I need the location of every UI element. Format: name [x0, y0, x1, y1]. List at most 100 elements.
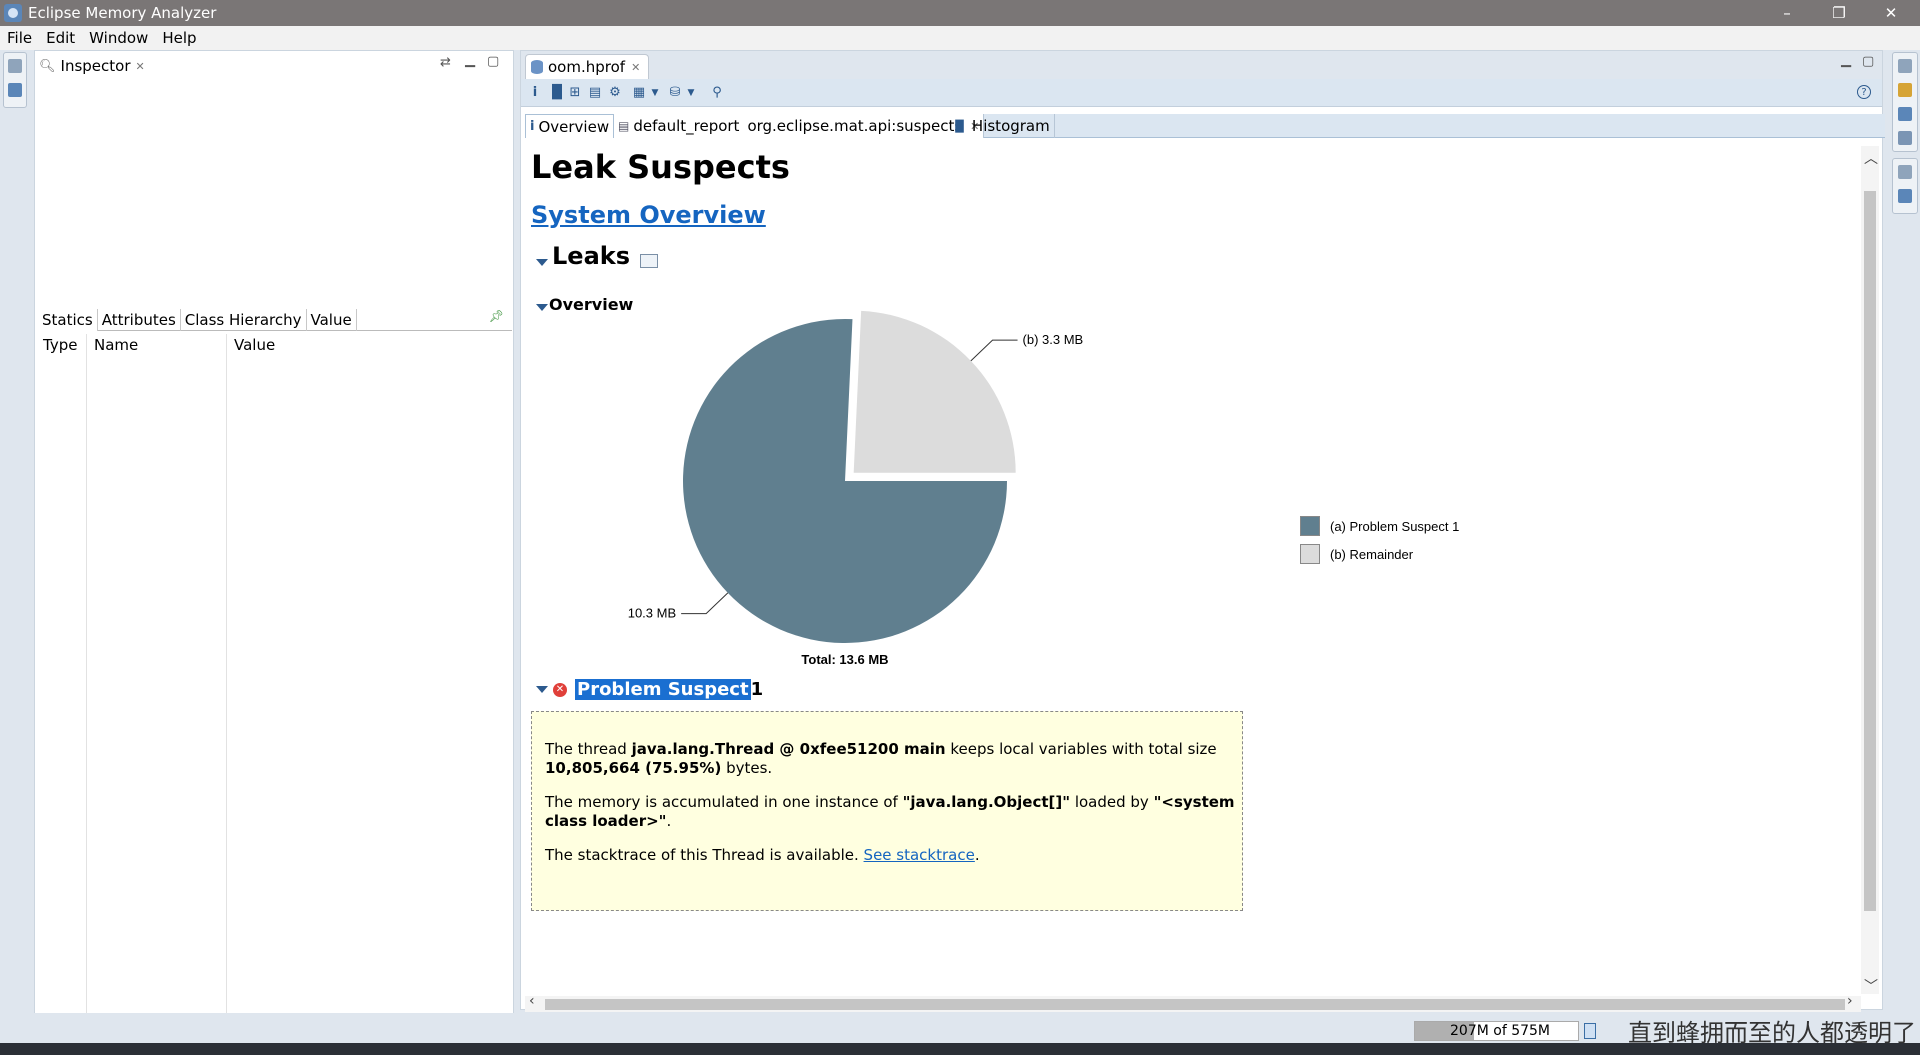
- tab-attributes[interactable]: Attributes: [98, 309, 181, 331]
- legend-swatch: [1300, 544, 1320, 564]
- inspector-tab-row: 🔍︎ Inspector ✕ ⇄ ▁ ▢: [35, 51, 513, 79]
- chevron-down-icon[interactable]: ▼: [647, 85, 663, 101]
- scroll-left-icon[interactable]: ‹: [529, 993, 535, 1009]
- tab-histogram[interactable]: ▐▌ Histogram: [947, 114, 1055, 138]
- problem-suspect-title: Problem Suspect 1: [575, 679, 763, 700]
- search-icon[interactable]: ⚲: [709, 85, 725, 101]
- heap-status: 207M of 575M: [1414, 1021, 1579, 1041]
- restore-stack-icon[interactable]: [1898, 165, 1912, 179]
- minimize-editor-icon[interactable]: ▁: [1841, 53, 1851, 68]
- menu-file[interactable]: File: [0, 29, 39, 47]
- tab-value[interactable]: Value: [307, 309, 357, 331]
- inspector-sub-tabs: Statics Attributes Class Hierarchy Value…: [38, 309, 512, 331]
- column-divider: [86, 334, 87, 1014]
- vertical-scrollbar[interactable]: ︿ ﹀: [1861, 146, 1879, 996]
- problem-suspect-description: The thread java.lang.Thread @ 0xfee51200…: [531, 711, 1243, 911]
- tab-statics[interactable]: Statics: [38, 309, 98, 331]
- horizontal-scrollbar[interactable]: ‹ ›: [525, 993, 1861, 1012]
- pie-chart: (a) 10.3 MB (b) 3.3 MB Total: 13.6 MB: [625, 310, 1083, 666]
- tab-histogram-label: Histogram: [971, 117, 1050, 135]
- thread-overview-icon[interactable]: ⚙: [607, 85, 623, 101]
- tab-overview[interactable]: i Overview: [525, 114, 615, 138]
- histogram-icon: ▐▌: [951, 119, 968, 133]
- oql-icon[interactable]: ▤: [587, 85, 603, 101]
- collapse-overview-toggle[interactable]: [536, 304, 548, 311]
- page-title: Leak Suspects: [531, 148, 790, 186]
- maximize-editor-icon[interactable]: ▢: [1862, 54, 1874, 69]
- restore-stack-icon[interactable]: [8, 59, 22, 73]
- leaks-heading: Leaks: [552, 242, 631, 270]
- editor-toolbar: i ▐▌ ⊞ ▤ ⚙ ▦ ▼ ⛁ ▼ ⚲ ?: [521, 79, 1882, 107]
- dominator-tree-icon[interactable]: ⊞: [567, 85, 583, 101]
- tab-report-id: org.eclipse.mat.api:suspects: [747, 117, 963, 135]
- tab-default-report[interactable]: ▤ default_report org.eclipse.mat.api:sus…: [614, 114, 985, 138]
- report-tabs: i Overview ▤ default_report org.eclipse.…: [525, 114, 1885, 138]
- details-icon[interactable]: [640, 254, 658, 268]
- left-trim-bar: [0, 50, 30, 1010]
- restore-stack-icon[interactable]: [1898, 59, 1912, 73]
- status-bar: 207M of 575M 直到蜂拥而至的人都透明了: [0, 1013, 1920, 1047]
- statics-table-header: Type Name Value: [38, 334, 512, 356]
- collapse-leaks-toggle[interactable]: [536, 259, 548, 266]
- heap-dump-history-icon[interactable]: [1898, 189, 1912, 203]
- tab-overview-label: Overview: [538, 117, 610, 136]
- minimize-view-icon[interactable]: ▁: [465, 53, 475, 68]
- pin-icon[interactable]: 📌︎: [489, 309, 504, 323]
- editor-tab-oom-hprof[interactable]: oom.hprof ✕: [525, 54, 650, 79]
- leader-line: [970, 339, 1018, 362]
- maximize-view-icon[interactable]: ▢: [487, 54, 499, 69]
- system-overview-link[interactable]: System Overview: [531, 201, 766, 229]
- menu-edit[interactable]: Edit: [39, 29, 82, 47]
- trash-icon[interactable]: [1584, 1023, 1596, 1039]
- description-paragraph: The stacktrace of this Thread is availab…: [545, 846, 980, 864]
- minimized-stack: [1892, 158, 1918, 214]
- link-editor-icon[interactable]: ⇄: [440, 55, 451, 70]
- scroll-thumb[interactable]: [545, 999, 1845, 1010]
- minimize-button[interactable]: –: [1762, 0, 1812, 26]
- inspector-view: 🔍︎ Inspector ✕ ⇄ ▁ ▢ Statics Attributes …: [34, 50, 514, 1020]
- collapse-suspect-toggle[interactable]: [536, 686, 548, 693]
- legend-label: (b) Remainder: [1330, 546, 1414, 562]
- menu-help[interactable]: Help: [155, 29, 203, 47]
- chart-total-label: Total: 13.6 MB: [801, 652, 888, 666]
- scroll-right-icon[interactable]: ›: [1847, 993, 1853, 1009]
- report-content: Leak Suspects System Overview Leaks Over…: [525, 146, 1859, 994]
- editor-tab-label: oom.hprof: [548, 58, 626, 76]
- heap-dumps-view-icon[interactable]: [8, 83, 22, 97]
- properties-view-icon[interactable]: [1898, 131, 1912, 145]
- right-trim-bar: [1890, 50, 1920, 1010]
- run-report-icon[interactable]: ▦: [631, 85, 647, 101]
- notes-view-icon[interactable]: [1898, 83, 1912, 97]
- inspector-tab[interactable]: 🔍︎ Inspector ✕: [39, 54, 145, 78]
- chevron-down-icon[interactable]: ▼: [683, 85, 699, 101]
- error-icon: ✕: [553, 682, 567, 697]
- heap-status-text: 207M of 575M: [1450, 1023, 1550, 1039]
- scroll-thumb[interactable]: [1864, 191, 1876, 911]
- query-browser-icon[interactable]: ⛁: [667, 85, 683, 101]
- close-icon[interactable]: ✕: [135, 60, 144, 73]
- inspector-tab-label: Inspector: [60, 57, 131, 75]
- menu-window[interactable]: Window: [82, 29, 155, 47]
- description-paragraph: The memory is accumulated in one instanc…: [545, 793, 1235, 830]
- close-button[interactable]: ✕: [1866, 0, 1916, 26]
- minimized-stack: [1892, 52, 1918, 152]
- tab-class-hierarchy[interactable]: Class Hierarchy: [181, 309, 307, 331]
- scroll-up-icon[interactable]: ︿: [1864, 148, 1878, 168]
- restore-button[interactable]: ❐: [1814, 0, 1864, 26]
- see-stacktrace-link[interactable]: See stacktrace: [864, 846, 975, 864]
- column-name[interactable]: Name: [94, 336, 138, 354]
- scroll-down-icon[interactable]: ﹀: [1864, 976, 1878, 996]
- column-value[interactable]: Value: [234, 336, 275, 354]
- column-type[interactable]: Type: [43, 336, 77, 354]
- close-icon[interactable]: ✕: [631, 61, 640, 74]
- menu-bar: File Edit Window Help: [0, 26, 1920, 50]
- navigation-history-icon[interactable]: [1898, 107, 1912, 121]
- help-icon[interactable]: ?: [1857, 85, 1871, 99]
- legend-item-b: (b) Remainder: [1300, 544, 1413, 564]
- legend-swatch: [1300, 516, 1320, 536]
- info-icon: i: [530, 119, 535, 134]
- histogram-icon[interactable]: ▐▌: [547, 85, 567, 101]
- pie-slice-b: [853, 310, 1016, 473]
- info-icon[interactable]: i: [527, 85, 543, 101]
- heap-dump-icon: [531, 60, 543, 74]
